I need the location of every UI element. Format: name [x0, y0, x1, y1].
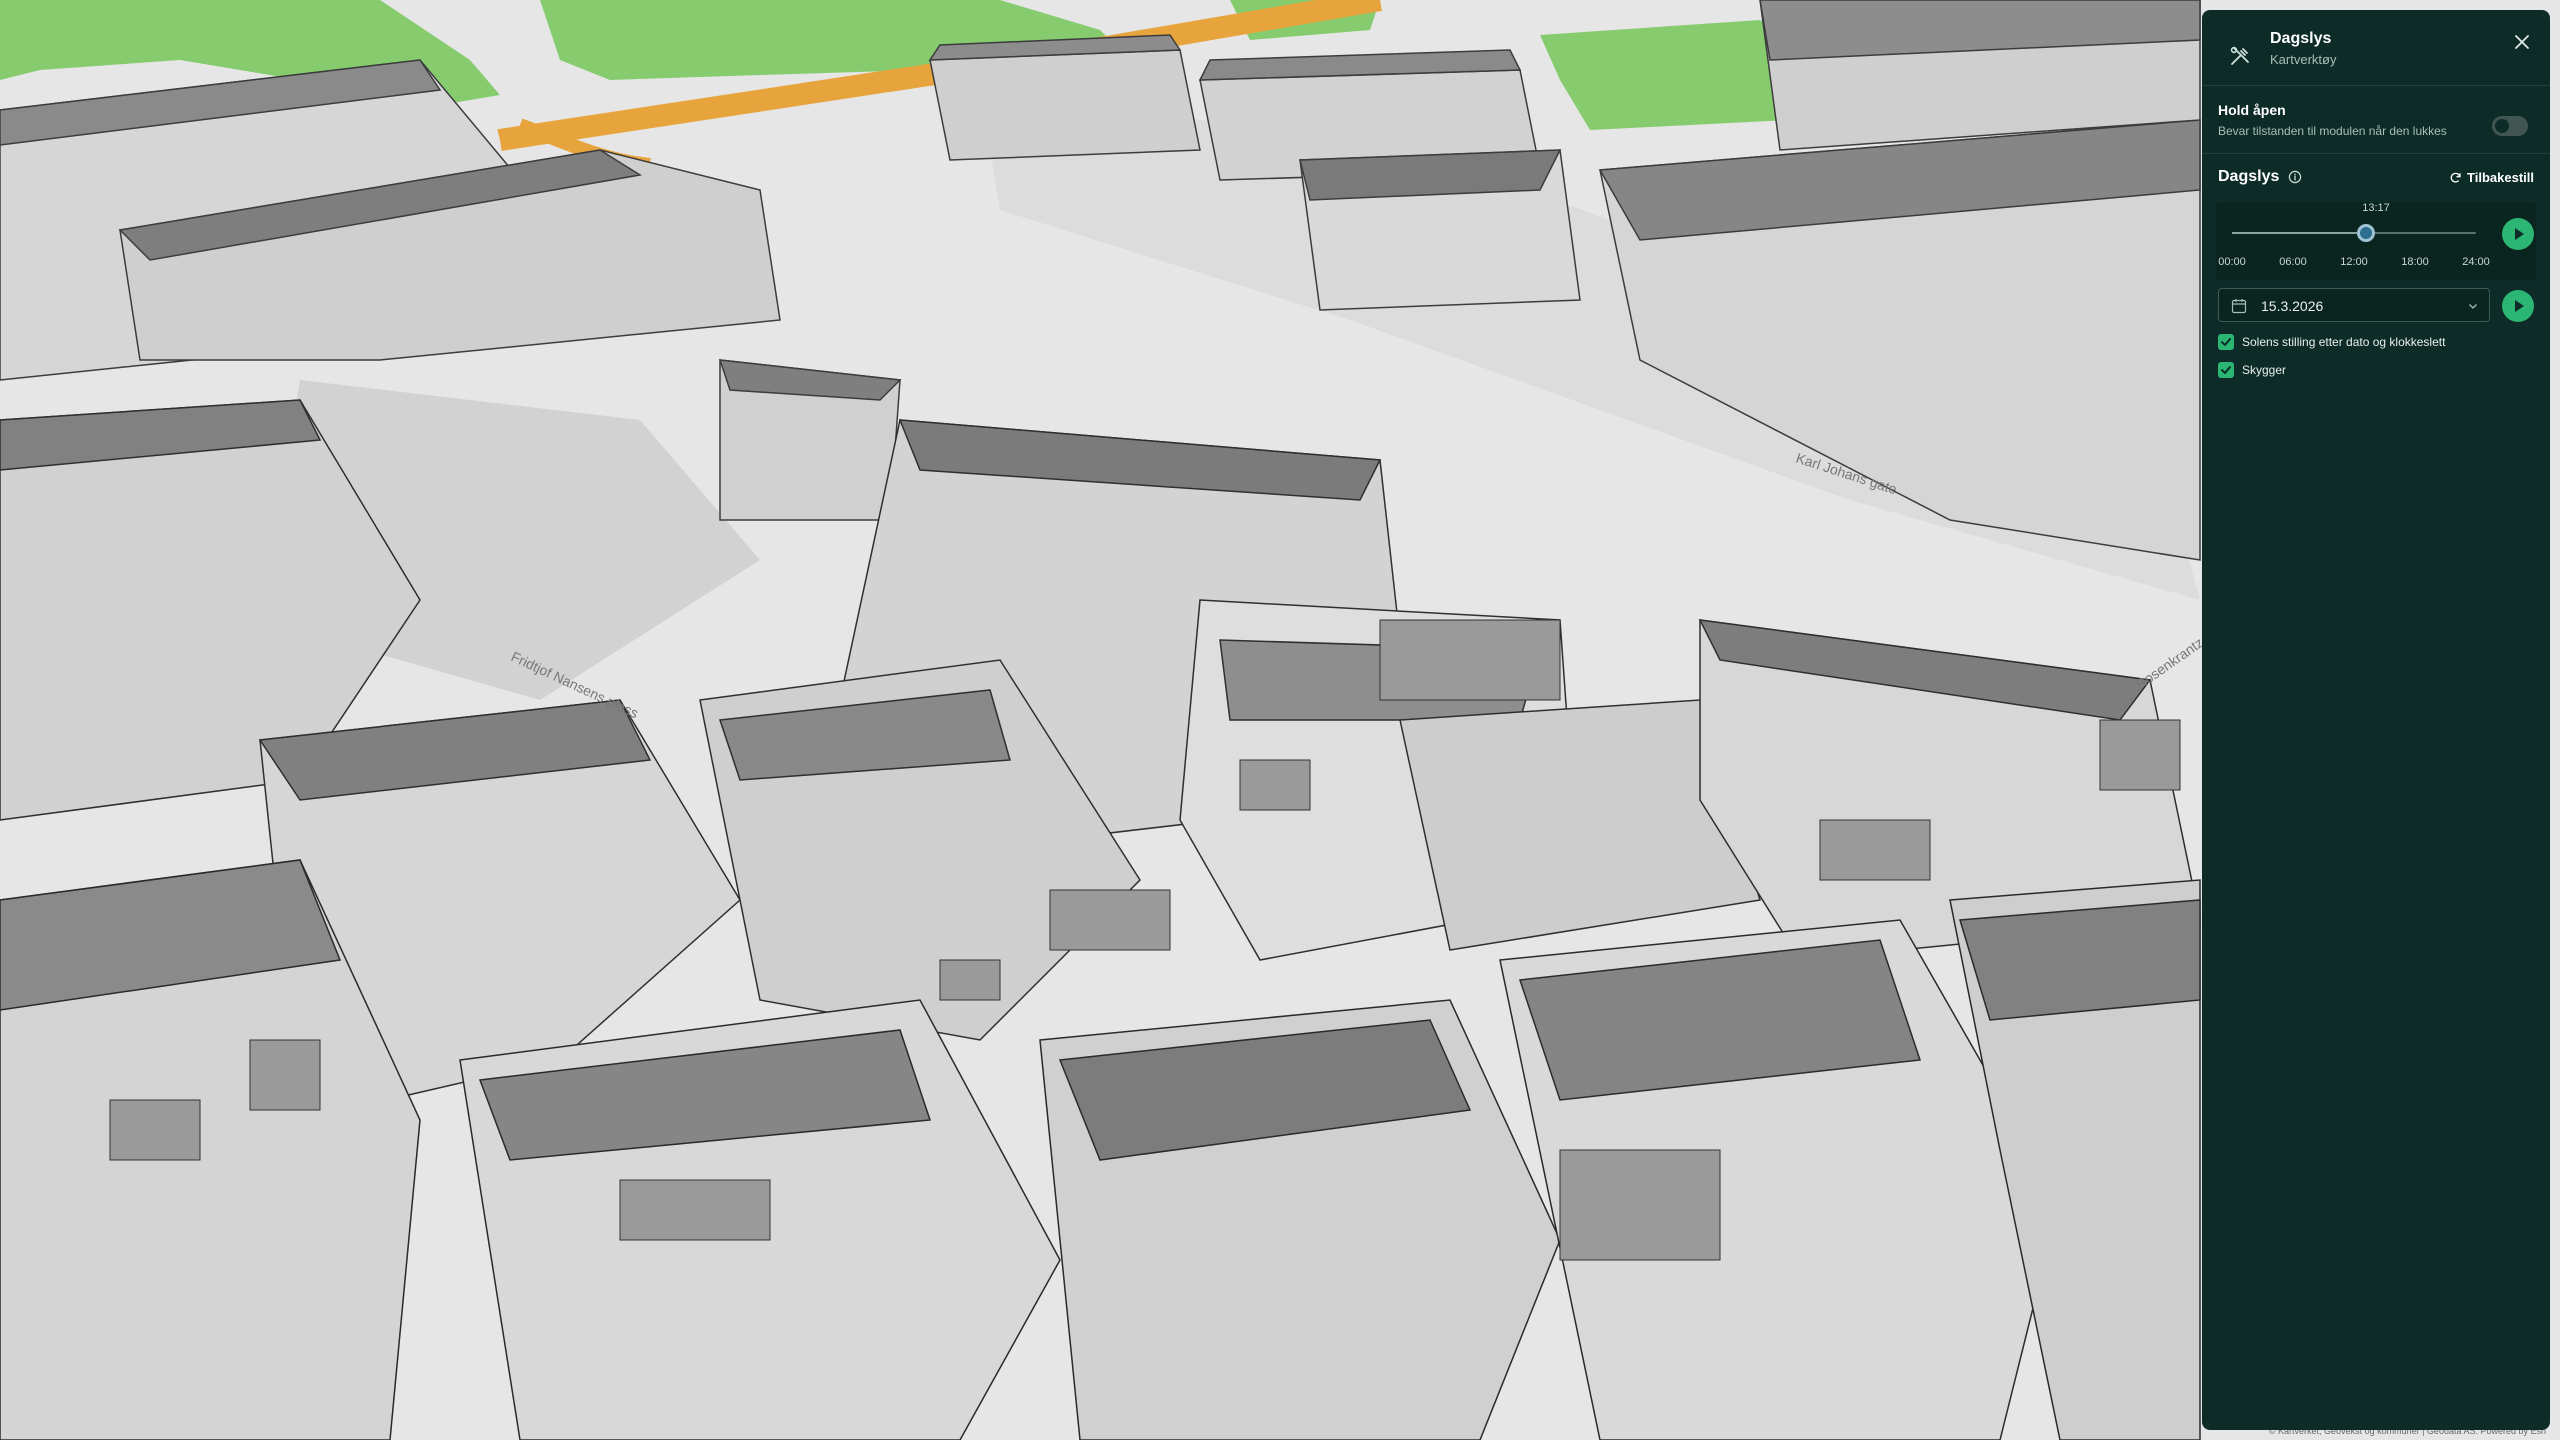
close-button[interactable] — [2508, 28, 2536, 56]
shadows-label: Skygger — [2242, 363, 2287, 377]
sun-position-checkbox[interactable] — [2218, 334, 2234, 350]
tools-icon — [2230, 46, 2249, 65]
play-time-button[interactable] — [2502, 218, 2534, 250]
time-slider-block: 13:17 00:00 06:00 12:00 18:00 24:00 — [2216, 202, 2536, 280]
close-icon — [2515, 35, 2529, 49]
toggle-knob — [2495, 119, 2509, 133]
daylight-header: Dagslys Tilbakestill — [2218, 168, 2534, 196]
panel-header: Dagslys Kartverktøy — [2202, 10, 2550, 86]
time-label: 24:00 — [2462, 256, 2490, 268]
map-canvas[interactable]: Karl Johans gate Fridtjof Nansens plass … — [0, 0, 2560, 1440]
sun-position-option[interactable]: Solens stilling etter dato og klokkeslet… — [2218, 328, 2534, 356]
play-icon — [2515, 228, 2524, 240]
play-icon — [2515, 300, 2524, 312]
time-slider-fill — [2232, 232, 2367, 234]
current-time-label: 13:17 — [2362, 202, 2390, 214]
time-label: 18:00 — [2401, 256, 2429, 268]
app-window: Karl Johans gate Fridtjof Nansens plass … — [0, 0, 2560, 1440]
time-slider[interactable] — [2232, 232, 2476, 234]
shadows-option[interactable]: Skygger — [2218, 356, 2534, 384]
date-value: 15.3.2026 — [2261, 298, 2324, 314]
info-icon[interactable] — [2288, 170, 2302, 184]
calendar-icon — [2231, 299, 2247, 314]
refresh-icon — [2450, 172, 2461, 183]
time-label: 12:00 — [2340, 256, 2368, 268]
reset-label: Tilbakestill — [2467, 170, 2534, 185]
chevron-down-icon — [2469, 304, 2477, 309]
daylight-title: Dagslys — [2218, 168, 2280, 185]
daylight-panel: Dagslys Kartverktøy Hold åpen Bevar tils… — [2202, 10, 2550, 1430]
play-date-button[interactable] — [2502, 290, 2534, 322]
daylight-section: Dagslys Tilbakestill 13:17 00:00 06:00 1… — [2202, 154, 2550, 384]
date-row: 15.3.2026 — [2218, 284, 2534, 328]
time-label: 00:00 — [2218, 256, 2246, 268]
check-icon — [2221, 338, 2231, 346]
time-labels: 00:00 06:00 12:00 18:00 24:00 — [2216, 256, 2492, 270]
date-picker[interactable]: 15.3.2026 — [2218, 288, 2490, 322]
shadows-checkbox[interactable] — [2218, 362, 2234, 378]
reset-button[interactable]: Tilbakestill — [2449, 170, 2534, 185]
time-label: 06:00 — [2279, 256, 2307, 268]
hold-open-toggle[interactable] — [2492, 116, 2528, 136]
hold-open-section: Hold åpen Bevar tilstanden til modulen n… — [2202, 86, 2550, 154]
sun-position-label: Solens stilling etter dato og klokkeslet… — [2242, 335, 2446, 349]
map-view-3d[interactable]: Karl Johans gate Fridtjof Nansens plass … — [0, 0, 2560, 1440]
time-slider-thumb[interactable] — [2357, 224, 2376, 242]
check-icon — [2221, 366, 2231, 374]
